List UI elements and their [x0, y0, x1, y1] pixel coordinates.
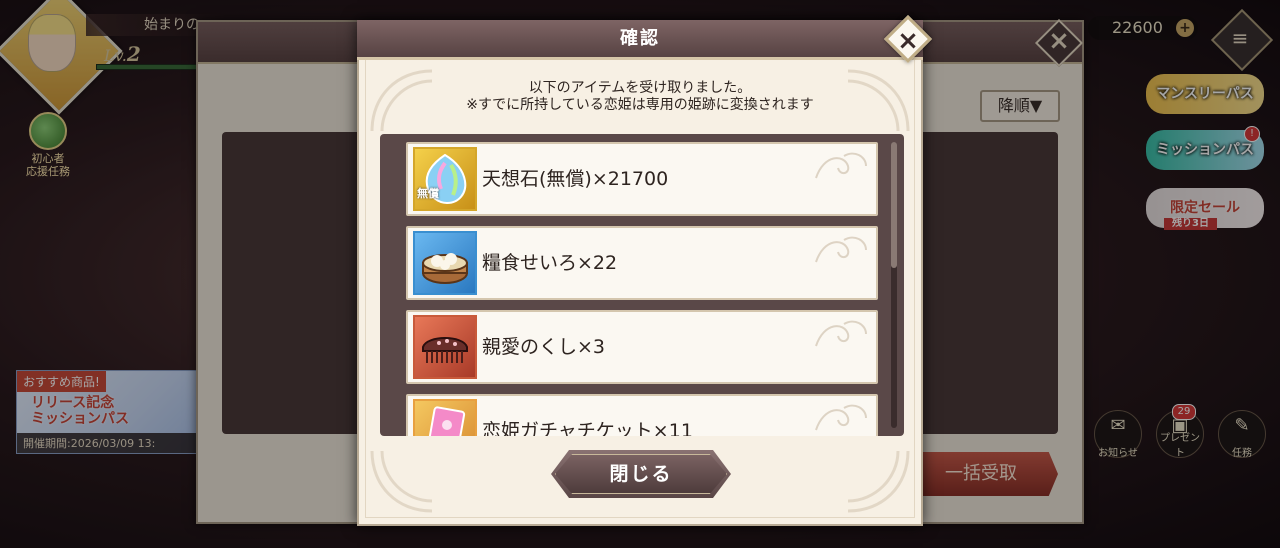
dialog-message: 以下のアイテムを受け取りました。 ※すでに所持している恋姫は専用の姫跡に変換され… — [359, 80, 921, 114]
item-name: 糧食せいろ×22 — [482, 252, 618, 274]
swirl-ornament-icon — [815, 152, 867, 179]
list-item: 糧食せいろ×22 — [406, 226, 878, 300]
dialog-title: 確認 — [620, 28, 660, 49]
swirl-ornament-icon — [815, 320, 867, 347]
corner-ornament-icon — [847, 450, 910, 513]
received-items-list[interactable]: 無償 天想石(無償)×21700 糧食せいろ×22 親愛のくし×3 恋姫ガチャチ… — [380, 134, 904, 436]
list-item: 恋姫ガチャチケット×11 — [406, 394, 878, 436]
ticket-icon — [413, 399, 477, 436]
close-icon: × — [897, 26, 919, 56]
swirl-ornament-icon — [815, 236, 867, 263]
list-item: 無償 天想石(無償)×21700 — [406, 142, 878, 216]
close-button[interactable]: 閉じる — [551, 450, 731, 498]
item-name: 親愛のくし×3 — [482, 336, 606, 358]
free-tag: 無償 — [417, 187, 439, 200]
message-line-1: 以下のアイテムを受け取りました。 — [528, 80, 752, 96]
dialog-header: 確認 — [357, 20, 923, 60]
item-name: 天想石(無償)×21700 — [482, 168, 669, 190]
list-scrollbar[interactable] — [891, 142, 897, 428]
scrollbar-thumb[interactable] — [891, 142, 897, 268]
comb-icon — [413, 315, 477, 379]
steamer-basket-icon — [413, 231, 477, 295]
message-line-2: ※すでに所持している恋姫は専用の姫跡に変換されます — [466, 97, 814, 113]
gem-icon: 無償 — [413, 147, 477, 211]
item-name: 恋姫ガチャチケット×11 — [482, 420, 693, 436]
list-item: 親愛のくし×3 — [406, 310, 878, 384]
corner-ornament-icon — [370, 450, 433, 513]
close-button-label: 閉じる — [609, 463, 673, 485]
confirm-dialog: 確認 × 以下のアイテムを受け取りました。 ※すでに所持している恋姫は専用の姫跡… — [357, 14, 933, 526]
swirl-ornament-icon — [815, 404, 867, 431]
